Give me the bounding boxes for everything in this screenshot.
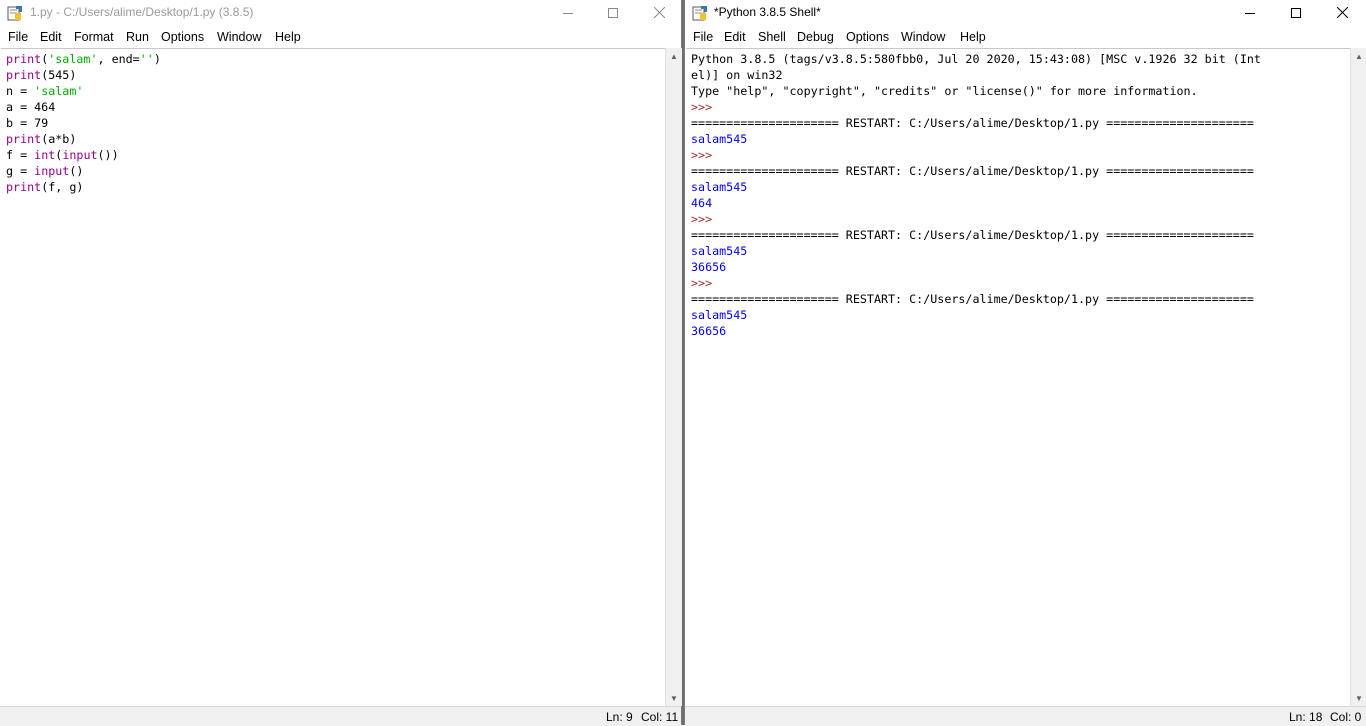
minimize-button[interactable] bbox=[1227, 0, 1273, 25]
close-icon bbox=[1336, 7, 1348, 18]
scroll-down-arrow-icon[interactable]: ▼ bbox=[1351, 690, 1366, 706]
shell-prompt: >>> bbox=[691, 148, 713, 162]
menu-file[interactable]: File bbox=[8, 30, 28, 44]
code-line-3: n = 'salam' bbox=[6, 84, 84, 98]
editor-window: 1.py - C:/Users/alime/Desktop/1.py (3.8.… bbox=[0, 0, 682, 726]
menu-help[interactable]: Help bbox=[960, 30, 986, 44]
shell-status-col: Col: 0 bbox=[1330, 710, 1362, 724]
editor-titlebar[interactable]: 1.py - C:/Users/alime/Desktop/1.py (3.8.… bbox=[0, 0, 681, 25]
code-text: print('salam', end='') print(545) n = 's… bbox=[6, 51, 161, 195]
code-line-2: print(545) bbox=[6, 68, 77, 82]
shell-output-line: 464 bbox=[691, 196, 713, 210]
menu-format[interactable]: Format bbox=[74, 30, 114, 44]
maximize-button[interactable] bbox=[590, 0, 636, 25]
shell-restart-line: ===================== RESTART: C:/Users/… bbox=[691, 164, 1254, 178]
editor-menubar: File Edit Format Run Options Window Help bbox=[0, 28, 681, 48]
menu-window[interactable]: Window bbox=[901, 30, 945, 44]
maximize-icon bbox=[608, 7, 618, 18]
editor-status-line: Ln: 9 bbox=[606, 710, 633, 724]
shell-banner-line-2: el)] on win32 bbox=[691, 68, 783, 82]
shell-restart-line: ===================== RESTART: C:/Users/… bbox=[691, 292, 1254, 306]
code-line-9: print(f, g) bbox=[6, 180, 84, 194]
shell-banner-line-3: Type "help", "copyright", "credits" or "… bbox=[691, 84, 1198, 98]
code-line-7: f = int(input()) bbox=[6, 148, 119, 162]
menu-shell[interactable]: Shell bbox=[758, 30, 786, 44]
menu-edit[interactable]: Edit bbox=[724, 30, 746, 44]
shell-prompt: >>> bbox=[691, 212, 713, 226]
shell-status-line: Ln: 18 bbox=[1289, 710, 1323, 724]
shell-output-line: salam545 bbox=[691, 308, 748, 322]
code-line-8: g = input() bbox=[6, 164, 84, 178]
scroll-down-arrow-icon[interactable]: ▼ bbox=[666, 690, 682, 706]
shell-banner-line-1: Python 3.8.5 (tags/v3.8.5:580fbb0, Jul 2… bbox=[691, 52, 1261, 66]
python-idle-icon bbox=[692, 6, 707, 21]
menu-options[interactable]: Options bbox=[161, 30, 204, 44]
maximize-icon bbox=[1291, 7, 1301, 18]
editor-statusbar: Ln: 9 Col: 11 bbox=[0, 706, 681, 726]
shell-output-line: 36656 bbox=[691, 324, 727, 338]
shell-restart-line: ===================== RESTART: C:/Users/… bbox=[691, 228, 1254, 242]
python-idle-icon bbox=[7, 6, 22, 21]
shell-output-line: salam545 bbox=[691, 244, 748, 258]
maximize-button[interactable] bbox=[1273, 0, 1319, 25]
code-line-1: print('salam', end='') bbox=[6, 52, 161, 66]
menu-file[interactable]: File bbox=[693, 30, 713, 44]
editor-scrollbar[interactable]: ▲ ▼ bbox=[665, 48, 682, 706]
code-editor[interactable]: print('salam', end='') print(545) n = 's… bbox=[1, 48, 665, 707]
close-icon bbox=[653, 7, 665, 18]
close-button[interactable] bbox=[636, 0, 682, 25]
shell-output[interactable]: Python 3.8.5 (tags/v3.8.5:580fbb0, Jul 2… bbox=[686, 48, 1350, 707]
close-button[interactable] bbox=[1319, 0, 1365, 25]
shell-window: *Python 3.8.5 Shell* File Edit Shell Deb… bbox=[684, 0, 1366, 726]
code-line-5: b = 79 bbox=[6, 116, 49, 130]
shell-text: Python 3.8.5 (tags/v3.8.5:580fbb0, Jul 2… bbox=[691, 51, 1261, 339]
scroll-up-arrow-icon[interactable]: ▲ bbox=[666, 48, 682, 64]
shell-prompt: >>> bbox=[691, 100, 713, 114]
minimize-button[interactable] bbox=[545, 0, 591, 25]
minimize-icon bbox=[563, 12, 573, 14]
shell-prompt: >>> bbox=[691, 276, 713, 290]
scroll-up-arrow-icon[interactable]: ▲ bbox=[1351, 48, 1366, 64]
shell-menubar: File Edit Shell Debug Options Window Hel… bbox=[685, 28, 1366, 48]
editor-status-col: Col: 11 bbox=[641, 710, 679, 724]
shell-output-line: salam545 bbox=[691, 180, 748, 194]
editor-title: 1.py - C:/Users/alime/Desktop/1.py (3.8.… bbox=[30, 5, 254, 19]
menu-help[interactable]: Help bbox=[275, 30, 301, 44]
menu-edit[interactable]: Edit bbox=[40, 30, 62, 44]
code-line-4: a = 464 bbox=[6, 100, 56, 114]
minimize-icon bbox=[1245, 12, 1255, 14]
shell-title: *Python 3.8.5 Shell* bbox=[714, 5, 821, 19]
code-line-6: print(a*b) bbox=[6, 132, 77, 146]
menu-debug[interactable]: Debug bbox=[797, 30, 834, 44]
shell-statusbar: Ln: 18 Col: 0 bbox=[685, 706, 1366, 726]
menu-window[interactable]: Window bbox=[217, 30, 261, 44]
menu-options[interactable]: Options bbox=[846, 30, 889, 44]
shell-output-line: salam545 bbox=[691, 132, 748, 146]
shell-scrollbar[interactable]: ▲ ▼ bbox=[1350, 48, 1366, 706]
shell-restart-line: ===================== RESTART: C:/Users/… bbox=[691, 116, 1254, 130]
menu-run[interactable]: Run bbox=[126, 30, 149, 44]
shell-titlebar[interactable]: *Python 3.8.5 Shell* bbox=[685, 0, 1366, 25]
shell-output-line: 36656 bbox=[691, 260, 727, 274]
